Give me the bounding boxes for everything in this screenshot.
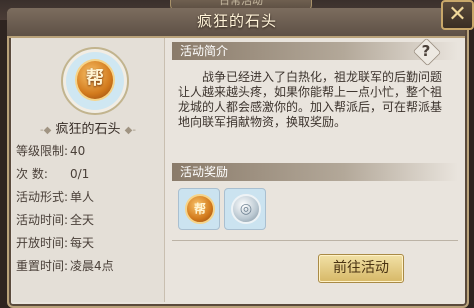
activity-name-text: 疯狂的石头 <box>55 122 121 137</box>
rewards-header: 活动奖励 <box>172 163 458 181</box>
go-to-activity-button[interactable]: 前往活动 <box>318 254 404 283</box>
stats-list: 等级限制: 40 次 数: 0/1 活动形式: 单人 活动时间: 全天 开放时间: 每天 … <box>16 140 156 278</box>
activity-name: -◆ 疯狂的石头 ◆- <box>40 122 136 137</box>
stat-count: 次 数: 0/1 <box>16 167 90 181</box>
stat-form: 活动形式: 单人 <box>16 190 95 204</box>
stat-time: 活动时间: 全天 <box>16 213 95 227</box>
dialog-title: 疯狂的石头 <box>196 12 277 30</box>
top-tab-label: 日常活动 <box>219 0 263 7</box>
rewards-header-label: 活动奖励 <box>180 165 229 179</box>
close-icon: ✕ <box>448 2 467 27</box>
reward-item-guild-coin[interactable]: 帮 <box>178 188 220 230</box>
stat-level: 等级限制: 40 <box>16 144 86 158</box>
stat-open: 开放时间: 每天 <box>16 236 95 250</box>
reward-item-silver-coin[interactable]: ◎ <box>224 188 266 230</box>
go-to-activity-label: 前往活动 <box>333 260 389 276</box>
stat-reset: 重置时间: 凌晨4点 <box>16 259 114 273</box>
intro-description: 战争已经进入了白热化，祖龙联军的后勤问题让人越来越头疼，如果你能帮上一点小忙，整… <box>178 70 443 129</box>
rewards-list: 帮 ◎ <box>172 180 458 241</box>
silver-coin-icon: ◎ <box>231 194 261 224</box>
emblem-char: 帮 <box>86 68 104 89</box>
close-button[interactable]: ✕ <box>441 0 474 30</box>
activity-icon-frame: 帮 <box>61 47 129 115</box>
guild-coin-icon: 帮 <box>185 194 215 224</box>
guild-emblem-icon: 帮 <box>75 59 115 101</box>
help-icon[interactable]: ? <box>414 40 438 62</box>
